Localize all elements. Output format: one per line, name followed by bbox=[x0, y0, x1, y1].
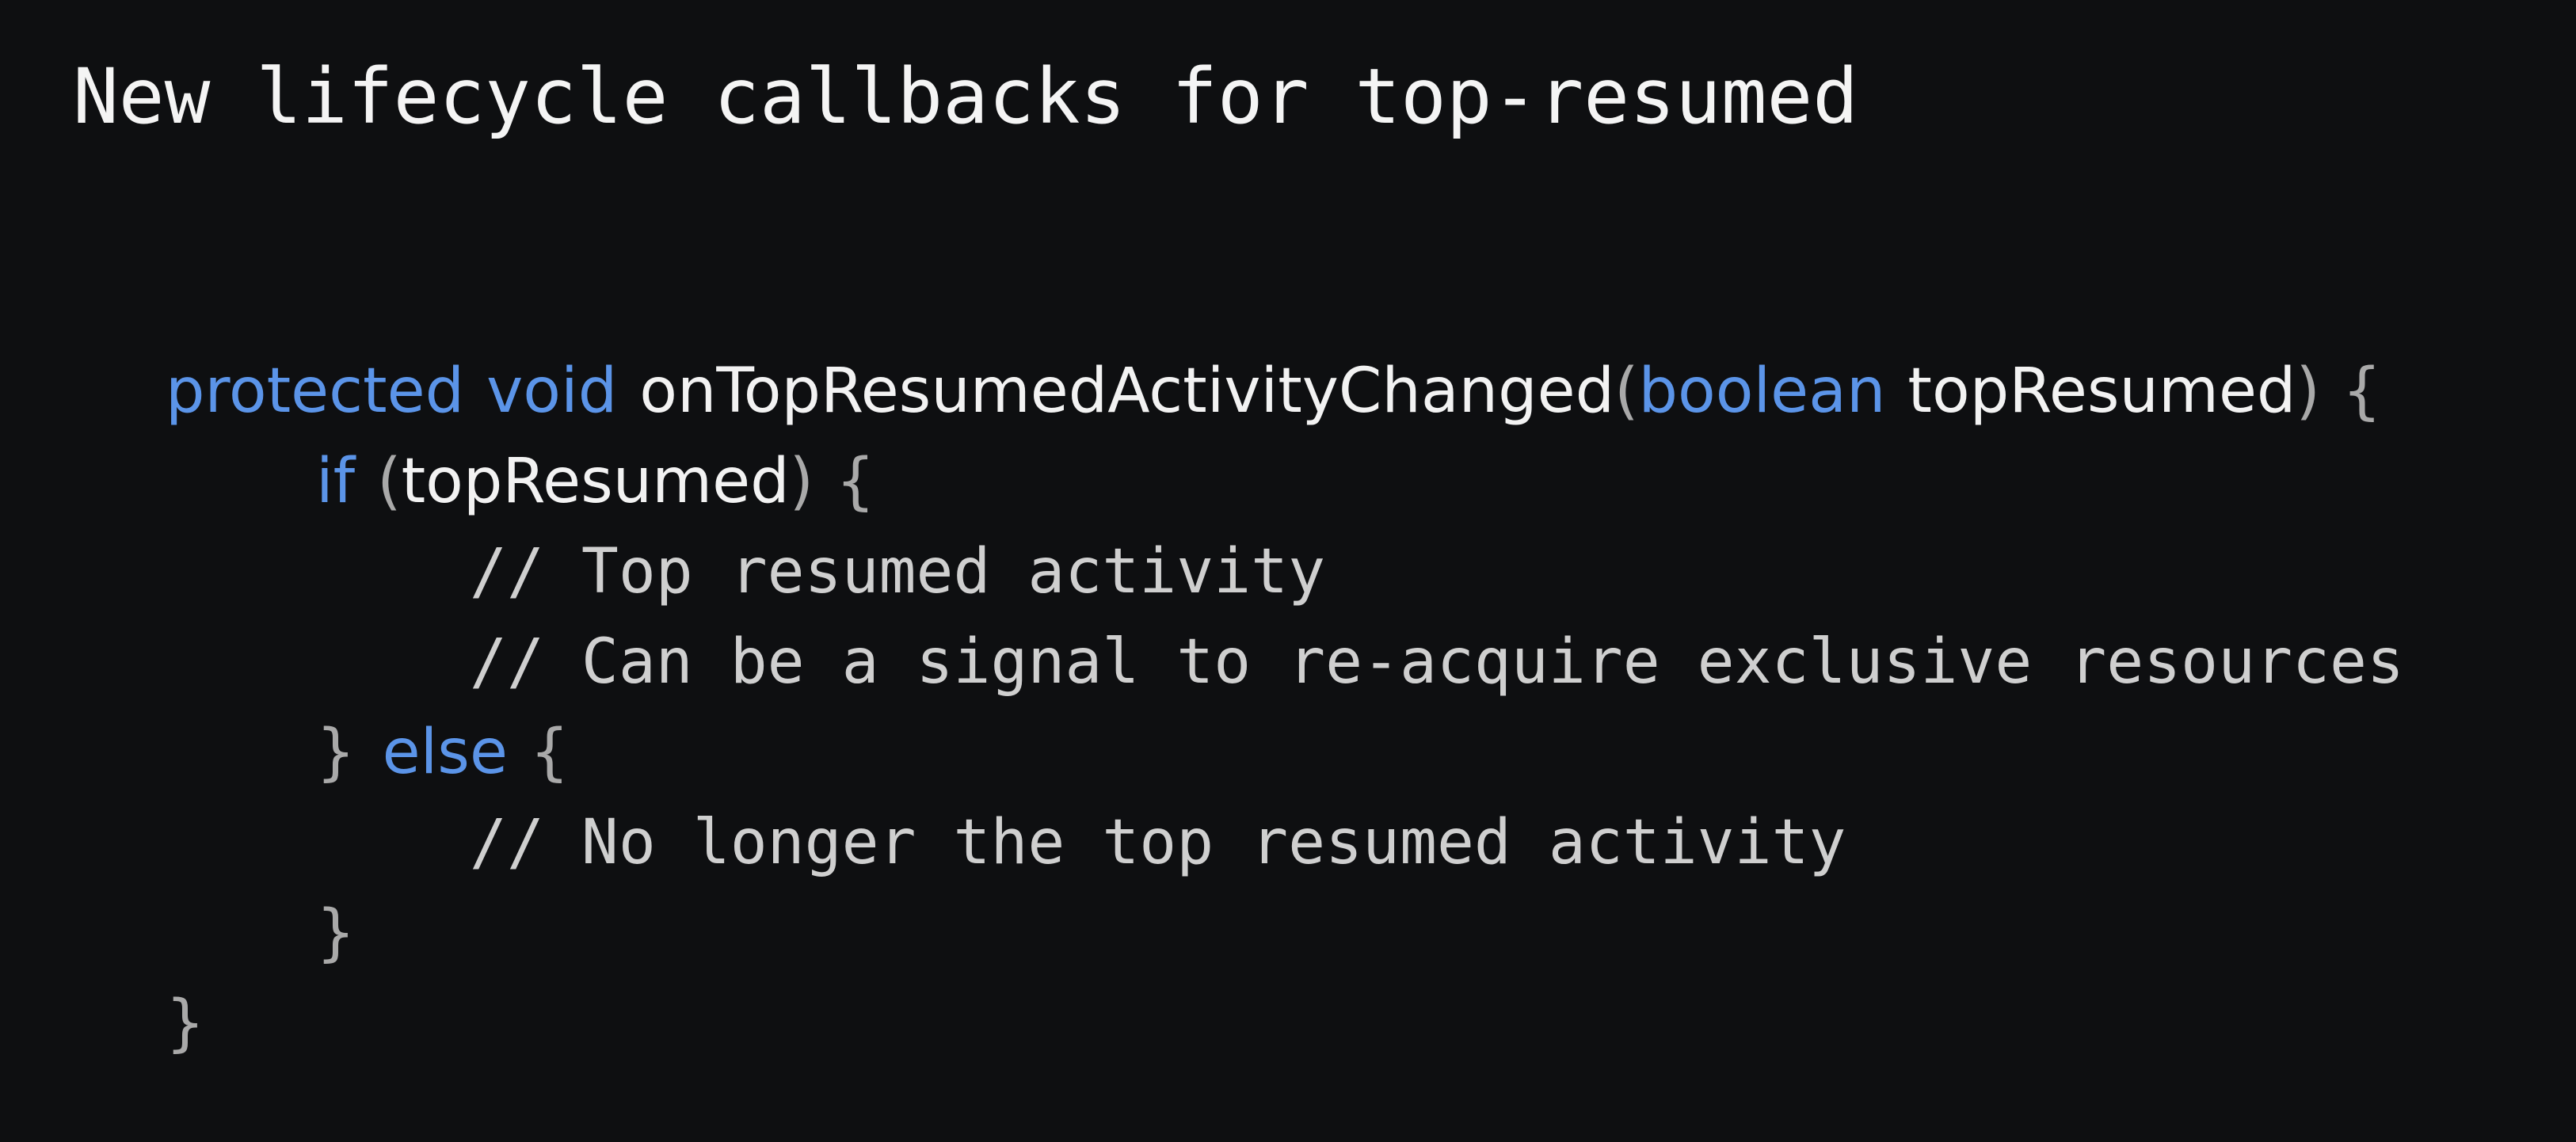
code-line-2: if (topResumed){ bbox=[223, 363, 875, 517]
slide: New lifecycle callbacks for top-resumed … bbox=[0, 0, 2576, 1059]
keyword-if: if bbox=[316, 446, 356, 517]
code-line-7: } bbox=[223, 814, 356, 969]
code-line-1: protected void onTopResumedActivityChanged… bbox=[73, 272, 2382, 427]
code-line-3: // Top resumed activity bbox=[377, 453, 1325, 607]
keyword-boolean: boolean bbox=[1638, 356, 1886, 427]
close-brace: } bbox=[316, 717, 356, 788]
close-paren: ) bbox=[2296, 356, 2320, 427]
code-comment: // No longer the top resumed activity bbox=[470, 807, 1846, 878]
close-brace: } bbox=[316, 897, 356, 969]
code-line-6: // No longer the top resumed activity bbox=[377, 724, 1846, 878]
open-brace: { bbox=[2342, 356, 2382, 427]
parameter-name: topResumed bbox=[1907, 356, 2296, 427]
code-line-4: // Can be a signal to re-acquire exclusi… bbox=[377, 543, 2404, 698]
code-line-5: } else{ bbox=[223, 634, 570, 788]
slide-title: New lifecycle callbacks for top-resumed bbox=[73, 52, 1859, 141]
code-comment: // Can be a signal to re-acquire exclusi… bbox=[470, 626, 2404, 698]
code-line-8: } bbox=[73, 904, 205, 1059]
open-paren: ( bbox=[1614, 356, 1639, 427]
